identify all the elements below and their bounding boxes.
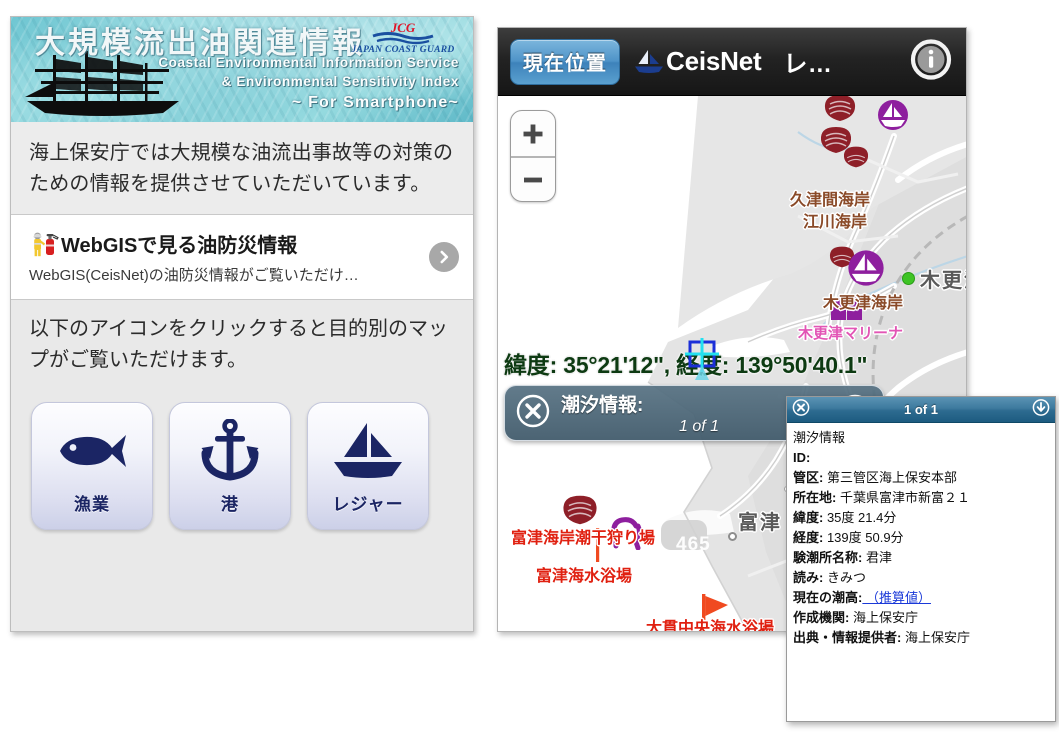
popup-field-row: 管区: 第三管区海上保安本部 xyxy=(793,468,1049,488)
webgis-list-item-title: WebGISで見る油防災情報 xyxy=(61,229,297,258)
app-brand-name: CeisNet xyxy=(666,46,761,77)
popup-body: 潮汐情報 ID:管区: 第三管区海上保安本部所在地: 千葉県富津市新富２１緯度:… xyxy=(787,423,1055,654)
close-circle-icon[interactable] xyxy=(792,398,810,421)
intro-block: 海上保安庁では大規模な油流出事故等の対策のための情報を提供させていただいています… xyxy=(11,122,473,215)
popup-field-row: 現在の潮高: （推算値） xyxy=(793,588,1049,608)
smartphone-info-panel: 大規模流出油関連情報 JCG JAPAN COAST GUARD Coastal… xyxy=(10,16,474,632)
webgis-list-item-description: WebGIS(CeisNet)の油防災情報がご覧いただけ… xyxy=(29,264,419,285)
marina-marker-icon[interactable] xyxy=(876,98,910,132)
fish-icon xyxy=(54,418,130,484)
tide-station-marker-icon[interactable] xyxy=(902,272,915,285)
beach-flag-marker-icon[interactable] xyxy=(592,528,606,562)
firefighter-extinguisher-icon xyxy=(29,231,59,257)
popup-field-value: きみつ xyxy=(823,570,866,585)
popup-field-value: 139度 50.9分 xyxy=(823,530,903,545)
popup-field-value: 海上保安庁 xyxy=(901,630,970,645)
popup-header: 1 of 1 xyxy=(787,397,1055,423)
info-circle-icon[interactable] xyxy=(910,38,952,85)
sailboat-icon xyxy=(634,49,664,75)
popup-field-link[interactable]: （推算値） xyxy=(862,590,931,605)
purpose-icon-row: 漁業 港 xyxy=(29,402,455,530)
popup-field-key: 経度: xyxy=(793,530,823,545)
popup-field-row: 読み: きみつ xyxy=(793,568,1049,588)
popup-field-key: ID: xyxy=(793,450,810,465)
shellfish-marker-icon[interactable] xyxy=(820,96,860,124)
popup-field-row: 験潮所名称: 君津 xyxy=(793,548,1049,568)
purpose-button-leisure[interactable]: レジャー xyxy=(307,402,429,530)
shellfish-marker-icon[interactable] xyxy=(558,492,602,528)
svg-text:JAPAN COAST GUARD: JAPAN COAST GUARD xyxy=(350,45,454,54)
webgis-list-item-title-row: WebGISで見る油防災情報 xyxy=(29,229,419,258)
popup-field-key: 所在地: xyxy=(793,490,836,505)
popup-category: 潮汐情報 xyxy=(793,428,1049,448)
popup-field-key: 読み: xyxy=(793,570,823,585)
popup-field-value: 千葉県富津市新富２１ xyxy=(836,490,970,505)
purpose-maps-intro: 以下のアイコンをクリックすると目的別のマップがご覧いただけます。 xyxy=(29,314,455,376)
zoom-out-button[interactable] xyxy=(511,158,555,203)
popup-field-list: ID:管区: 第三管区海上保安本部所在地: 千葉県富津市新富２１緯度: 35度 … xyxy=(793,448,1049,648)
popup-field-value: 海上保安庁 xyxy=(849,610,918,625)
popup-field-row: 出典・情報提供者: 海上保安庁 xyxy=(793,628,1049,648)
popup-title: 1 of 1 xyxy=(904,402,938,417)
shellfish-marker-icon[interactable] xyxy=(840,144,872,170)
popup-field-value: 35度 21.4分 xyxy=(823,510,896,525)
plus-icon xyxy=(521,122,545,146)
site-banner: 大規模流出油関連情報 JCG JAPAN COAST GUARD Coastal… xyxy=(11,17,473,122)
popup-field-value: 第三管区海上保安本部 xyxy=(823,470,957,485)
purpose-button-port-label: 港 xyxy=(221,490,239,515)
popup-field-row: 経度: 139度 50.9分 xyxy=(793,528,1049,548)
popup-field-row: 作成機関: 海上保安庁 xyxy=(793,608,1049,628)
feature-detail-popup: 1 of 1 潮汐情報 ID:管区: 第三管区海上保安本部所在地: 千葉県富津市… xyxy=(786,396,1056,722)
webgis-list-item[interactable]: WebGISで見る油防災情報 WebGIS(CeisNet)の油防災情報がご覧い… xyxy=(11,215,473,300)
purpose-button-leisure-label: レジャー xyxy=(332,490,403,515)
popup-field-key: 作成機関: xyxy=(793,610,849,625)
app-brand: CeisNet xyxy=(634,46,761,77)
banner-subtitle-1: Coastal Environmental Information Servic… xyxy=(158,55,459,70)
popup-field-key: 験潮所名称: xyxy=(793,550,862,565)
popup-field-row: 所在地: 千葉県富津市新富２１ xyxy=(793,488,1049,508)
chevron-right-icon[interactable] xyxy=(429,242,459,272)
popup-field-key: 出典・情報提供者: xyxy=(793,630,901,645)
zoom-in-button[interactable] xyxy=(511,111,555,156)
marina-marker-icon[interactable] xyxy=(828,296,864,326)
purpose-button-port[interactable]: 港 xyxy=(169,402,291,530)
current-location-button[interactable]: 現在位置 xyxy=(510,39,620,85)
japan-coast-guard-logo: JCG JAPAN COAST GUARD xyxy=(347,20,459,54)
popup-field-row: 緯度: 35度 21.4分 xyxy=(793,508,1049,528)
map-header-bar: 現在位置 CeisNet レ… xyxy=(498,28,966,96)
popup-field-row: ID: xyxy=(793,448,1049,468)
marina-marker-icon[interactable] xyxy=(610,516,644,550)
purpose-button-fishery-label: 漁業 xyxy=(74,490,110,515)
banner-subtitle-3: ~ For Smartphone~ xyxy=(292,94,459,112)
minus-icon xyxy=(521,174,545,186)
zoom-controls[interactable] xyxy=(510,110,556,202)
close-circle-icon[interactable] xyxy=(515,393,551,434)
marina-marker-icon[interactable] xyxy=(846,248,886,288)
beach-flag-marker-icon[interactable] xyxy=(698,592,732,632)
banner-subtitle-2: & Environmental Sensitivity Index xyxy=(222,74,459,89)
purpose-button-fishery[interactable]: 漁業 xyxy=(31,402,153,530)
intro-text: 海上保安庁では大規模な油流出事故等の対策のための情報を提供させていただいています… xyxy=(29,138,455,200)
sailboat-icon xyxy=(330,418,406,484)
town-marker-icon xyxy=(728,532,737,541)
purpose-maps-section: 以下のアイコンをクリックすると目的別のマップがご覧いただけます。 漁業 xyxy=(11,300,473,530)
arrow-down-circle-icon[interactable] xyxy=(1032,398,1050,421)
popup-field-key: 緯度: xyxy=(793,510,823,525)
popup-field-key: 管区: xyxy=(793,470,823,485)
screenshot-root: 大規模流出油関連情報 JCG JAPAN COAST GUARD Coastal… xyxy=(0,0,1059,743)
popup-field-key: 現在の潮高: xyxy=(793,590,862,605)
anchor-icon xyxy=(200,418,260,484)
layer-selector-label[interactable]: レ… xyxy=(783,44,832,79)
popup-field-value: 君津 xyxy=(862,550,892,565)
